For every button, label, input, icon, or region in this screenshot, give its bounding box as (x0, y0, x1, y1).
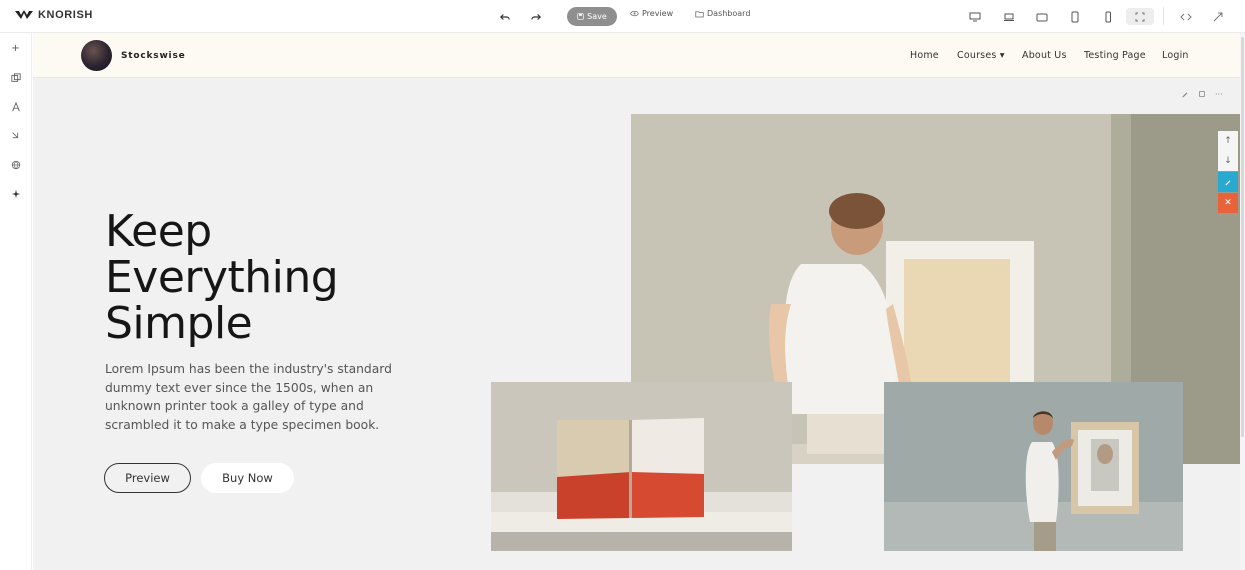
hero-image-frame (884, 382, 1183, 551)
expand-icon[interactable] (1211, 10, 1225, 23)
section-tools: ··· (1181, 90, 1223, 102)
site-logo[interactable] (81, 40, 112, 71)
undo-icon[interactable] (498, 10, 512, 24)
nav-login[interactable]: Login (1162, 50, 1189, 61)
arrow-down-icon[interactable]: ↓ (1218, 151, 1238, 171)
left-toolbar: + (0, 33, 32, 570)
editor-canvas: Stockswise Home Courses ▾ About Us Testi… (33, 33, 1240, 570)
editor-toolbar: KNORISH Save Preview Dashboard (0, 0, 1245, 33)
save-button[interactable]: Save (567, 7, 617, 26)
pencil-icon (1225, 180, 1231, 186)
delete-section-button[interactable]: ✕ (1218, 193, 1238, 213)
redo-icon[interactable] (529, 10, 543, 24)
canvas-scrollbar[interactable] (1240, 33, 1245, 570)
plus-icon[interactable]: + (9, 42, 22, 55)
arrow-up-icon[interactable]: ↑ (1218, 131, 1238, 151)
preview-label: Preview (642, 9, 674, 18)
desktop-icon[interactable] (968, 10, 982, 23)
eye-icon (630, 10, 639, 17)
brand-name: KNORISH (38, 9, 93, 21)
toolbar-divider (1163, 7, 1164, 25)
site-header: Stockswise Home Courses ▾ About Us Testi… (33, 33, 1240, 78)
save-icon (577, 13, 584, 20)
layers-icon[interactable] (9, 71, 22, 84)
sparkle-icon[interactable] (9, 187, 22, 200)
nav-home[interactable]: Home (910, 50, 939, 61)
tablet-landscape-icon[interactable] (1035, 10, 1049, 23)
text-icon[interactable] (9, 100, 22, 113)
globe-icon[interactable] (9, 158, 22, 171)
more-icon[interactable]: ··· (1215, 90, 1223, 102)
logo-icon (15, 10, 33, 19)
copy-icon[interactable] (1198, 90, 1206, 102)
pencil-icon[interactable] (1181, 90, 1189, 102)
fullscreen-icon[interactable] (1126, 8, 1154, 25)
code-icon[interactable] (1179, 10, 1193, 23)
brand-logo[interactable]: KNORISH (14, 9, 93, 21)
hero-preview-button[interactable]: Preview (104, 463, 191, 493)
laptop-icon[interactable] (1002, 10, 1016, 23)
nav-testing-page[interactable]: Testing Page (1084, 50, 1146, 61)
dashboard-link[interactable]: Dashboard (695, 9, 750, 18)
folder-icon (695, 10, 704, 17)
nav-courses[interactable]: Courses ▾ (957, 50, 1005, 61)
mobile-icon[interactable] (1101, 10, 1115, 23)
hero-description: Lorem Ipsum has been the industry's stan… (105, 362, 392, 432)
site-name[interactable]: Stockswise (121, 51, 186, 61)
hero-buy-now-button[interactable]: Buy Now (201, 463, 294, 493)
hero-image-book (491, 382, 792, 551)
nav-about-us[interactable]: About Us (1022, 50, 1067, 61)
tablet-icon[interactable] (1068, 10, 1082, 23)
paint-icon[interactable] (9, 129, 22, 142)
close-icon: ✕ (1224, 198, 1232, 208)
edit-section-button[interactable] (1218, 172, 1238, 192)
hero-title: Keep Everything Simple (105, 206, 339, 349)
scrollbar-thumb[interactable] (1241, 37, 1244, 437)
save-label: Save (587, 12, 607, 21)
dashboard-label: Dashboard (707, 9, 751, 18)
preview-link[interactable]: Preview (630, 9, 673, 18)
